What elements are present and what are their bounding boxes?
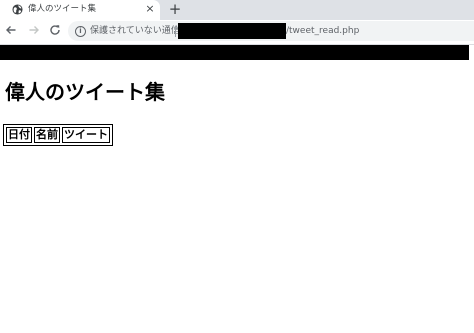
security-status[interactable]: 保護されていない通信 [90,26,180,37]
arrow-left-icon [6,26,16,34]
url-path[interactable]: /tweet_read.php [286,26,359,37]
tab-strip: 偉人のツイート集 × + [0,0,474,20]
reload-icon [50,25,60,35]
redacted-url-host [178,23,286,39]
column-header-tweet: ツイート [62,127,110,143]
back-button[interactable] [4,24,18,38]
arrow-right-icon [29,26,39,34]
redacted-banner [0,45,469,60]
tab-title: 偉人のツイート集 [28,4,97,14]
forward-button[interactable] [27,24,41,38]
new-tab-button[interactable]: + [168,1,182,17]
reload-button[interactable] [48,24,62,38]
address-bar[interactable]: i 保護されていない通信 /tweet_read.php [68,21,474,41]
page-title: 偉人のツイート集 [5,80,165,104]
column-header-name: 名前 [34,127,60,143]
column-header-date: 日付 [6,127,32,143]
browser-toolbar: i 保護されていない通信 /tweet_read.php [0,20,474,45]
omnibox-divider [175,26,176,37]
table-header-row: 日付 名前 ツイート [6,127,110,143]
globe-icon [12,4,23,15]
tweet-table: 日付 名前 ツイート [3,124,113,146]
browser-tab[interactable]: 偉人のツイート集 × [0,0,160,20]
info-icon[interactable]: i [75,26,86,37]
close-tab-icon[interactable]: × [144,3,156,15]
